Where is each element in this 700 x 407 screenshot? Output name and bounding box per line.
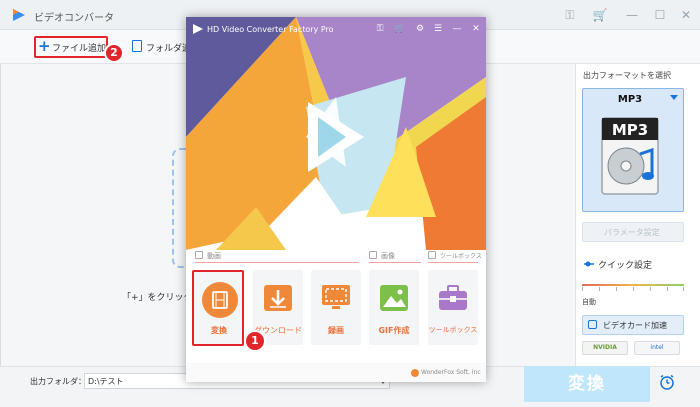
app-logo-icon <box>13 9 25 21</box>
section-divider <box>195 262 359 263</box>
output-format-heading: 出力フォーマットを選択 <box>583 71 671 80</box>
app-title: ビデオコンバータ <box>34 13 114 24</box>
alarm-clock-icon[interactable] <box>659 374 675 390</box>
section-video: 動画 <box>207 252 221 260</box>
parameter-settings-label: パラメータ設定 <box>604 228 660 237</box>
mp3-art-text: MP3 <box>612 121 648 139</box>
dropdown-caret-icon[interactable] <box>670 95 678 100</box>
key-icon[interactable]: ⚿ <box>374 23 386 35</box>
tile-toolbox-label: ツールボックス <box>428 326 478 334</box>
close-icon[interactable]: ✕ <box>678 7 694 23</box>
cart-icon[interactable]: 🛒 <box>394 23 406 35</box>
slider-tick <box>616 287 617 291</box>
intel-badge: intel <box>634 341 680 355</box>
maximize-icon[interactable]: ☐ <box>652 7 668 23</box>
key-icon[interactable]: ⚿ <box>562 7 578 23</box>
add-folder-button[interactable]: フォルダ追 <box>146 41 191 54</box>
video-section-icon <box>195 251 203 259</box>
launcher-logo-icon <box>193 24 203 34</box>
speed-slider[interactable] <box>582 284 684 286</box>
quick-settings-label: クイック設定 <box>598 261 653 271</box>
nvidia-badge: NVIDIA <box>582 341 628 355</box>
menu-icon[interactable]: ☰ <box>432 23 444 35</box>
step-badge-2: 2 <box>104 43 124 63</box>
toolbox-icon <box>439 285 467 310</box>
section-divider <box>428 262 478 263</box>
format-name: MP3 <box>617 94 643 105</box>
toolbox-section-icon <box>428 251 436 259</box>
convert-button[interactable]: 変換 <box>524 366 650 402</box>
screen-record-icon <box>322 285 350 309</box>
section-tools: ツールボックス <box>440 253 482 260</box>
slider-tick <box>683 287 684 291</box>
add-file-label: ファイル追加 <box>52 44 107 54</box>
folder-icon[interactable] <box>132 40 142 52</box>
slider-tick <box>667 287 668 291</box>
plus-icon: + <box>38 37 51 55</box>
quick-settings-icon <box>584 261 594 267</box>
gif-maker-icon <box>380 285 408 311</box>
speed-label: 自動 <box>582 298 596 306</box>
output-folder-label: 出力フォルダ： <box>30 377 86 386</box>
close-icon[interactable]: ✕ <box>470 23 482 35</box>
settings-icon[interactable]: ⚙ <box>414 23 426 35</box>
section-image: 画像 <box>381 252 395 260</box>
mp3-file-icon: MP3 <box>601 117 659 195</box>
output-folder-value: D:\テスト <box>88 377 124 386</box>
slider-tick <box>633 287 634 291</box>
minimize-icon[interactable]: — <box>451 23 463 35</box>
section-divider <box>369 262 421 263</box>
launcher-banner <box>186 17 486 250</box>
minimize-icon[interactable]: — <box>624 7 640 23</box>
wonderfox-logo-icon <box>411 369 419 377</box>
image-section-icon <box>369 251 377 259</box>
launcher-title: HD Video Converter Factory Pro <box>207 25 334 34</box>
cart-icon[interactable]: 🛒 <box>592 7 608 23</box>
gpu-acceleration-label: ビデオカード加速 <box>603 321 667 330</box>
download-icon <box>264 285 292 311</box>
slider-tick <box>650 287 651 291</box>
gpu-icon <box>588 320 597 329</box>
footer-copyright: WonderFox Soft, Inc <box>421 369 481 376</box>
slider-tick <box>582 287 583 291</box>
slider-tick <box>599 287 600 291</box>
convert-highlight-box <box>192 270 244 346</box>
step-badge-1: 1 <box>244 330 266 352</box>
